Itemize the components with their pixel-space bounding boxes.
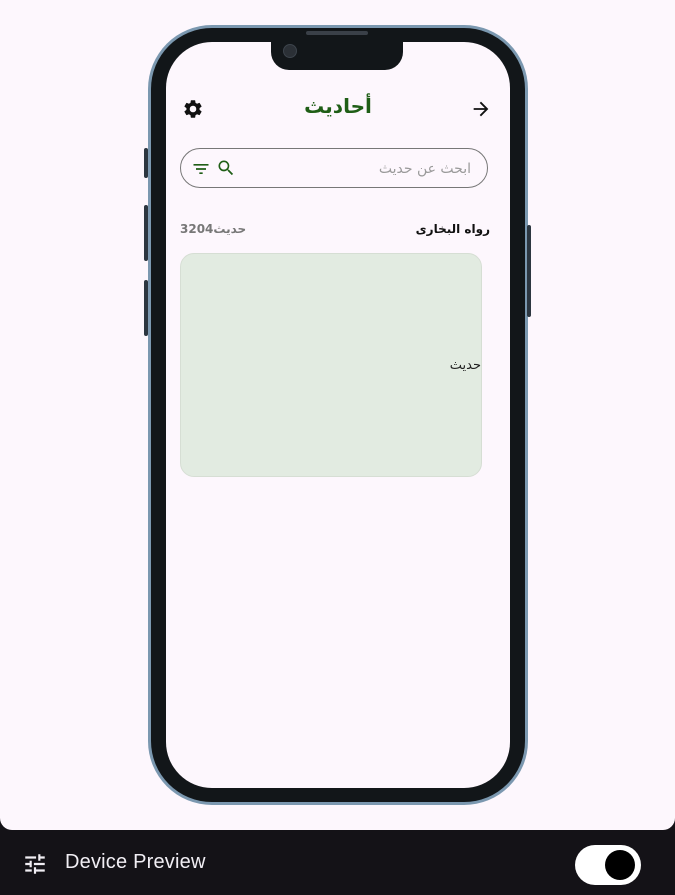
preview-stage: أحاديث رواه البخارى 3204حديث حديث <box>0 0 675 830</box>
hadith-text: حديث <box>449 358 481 373</box>
device-power-button <box>527 225 531 317</box>
search-icon[interactable] <box>216 158 236 178</box>
device-preview-toggle[interactable] <box>575 845 641 885</box>
search-input[interactable] <box>249 158 473 180</box>
search-bar <box>180 148 488 188</box>
hadith-card[interactable]: حديث <box>180 253 482 477</box>
tune-icon[interactable] <box>22 851 48 877</box>
device-screen: أحاديث رواه البخارى 3204حديث حديث <box>166 42 510 788</box>
device-speaker <box>306 31 368 35</box>
filter-icon[interactable] <box>191 159 211 179</box>
arrow-right-icon[interactable] <box>470 98 492 120</box>
camera-icon <box>283 44 297 58</box>
toggle-knob <box>605 850 635 880</box>
device-side-button <box>144 148 148 178</box>
book-name: رواه البخارى <box>415 222 490 236</box>
device-preview-label: Device Preview <box>65 851 206 873</box>
page-title: أحاديث <box>304 94 372 118</box>
device-volume-down-button <box>144 280 148 336</box>
stage-bottom-edge <box>0 818 675 830</box>
device-volume-up-button <box>144 205 148 261</box>
hadith-count: 3204حديث <box>180 222 247 236</box>
